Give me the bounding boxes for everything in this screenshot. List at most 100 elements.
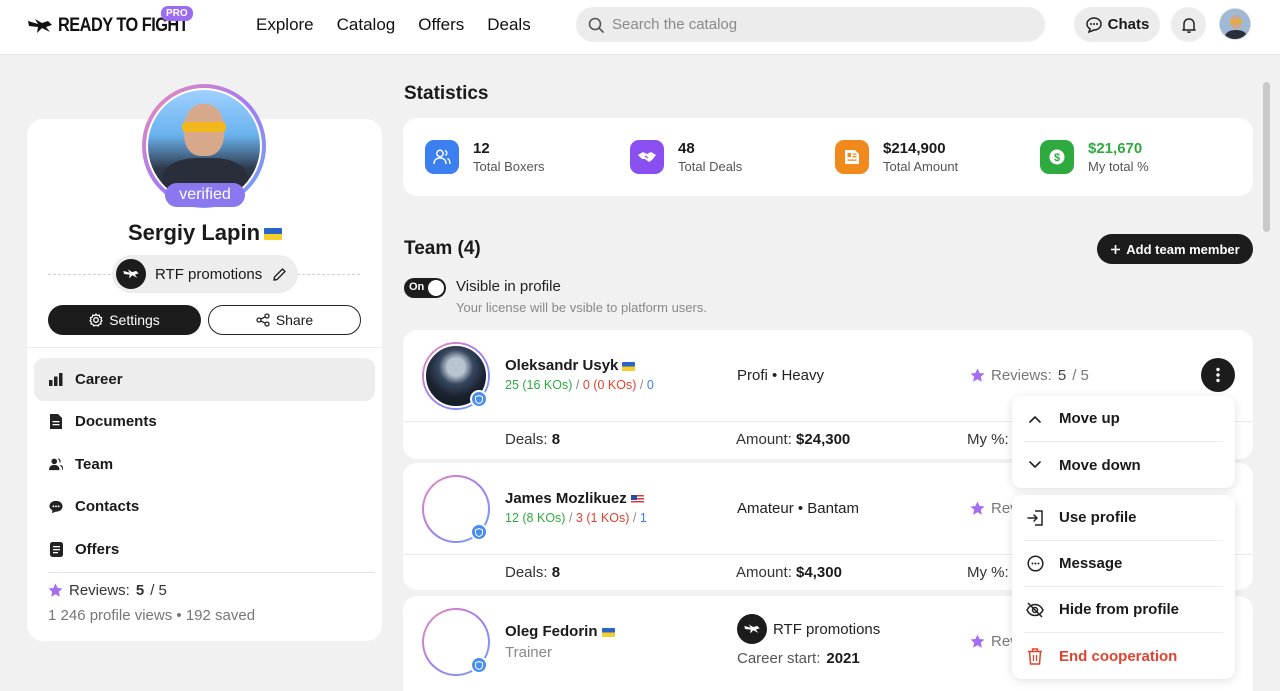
ukraine-flag-icon	[601, 627, 615, 637]
reviews-divider	[48, 572, 375, 573]
search-input[interactable]	[612, 16, 1012, 33]
record-separator: /	[632, 511, 637, 525]
record-draws: 1	[639, 511, 647, 525]
profile-views: 1 246 profile views • 192 saved	[48, 607, 255, 624]
nav-deals[interactable]: Deals	[487, 15, 530, 35]
stat-label: Total Boxers	[473, 159, 545, 174]
menu-item-end-cooperation[interactable]: End cooperation	[1024, 633, 1223, 679]
notifications-button[interactable]	[1171, 7, 1206, 42]
side-item-label: Career	[75, 370, 123, 388]
more-options-button[interactable]	[1201, 358, 1235, 392]
kebab-menu-icon	[1216, 367, 1220, 383]
record-separator: /	[568, 511, 573, 525]
star-icon	[970, 501, 985, 515]
stat-value: 48	[678, 140, 695, 157]
member-name[interactable]: Oleksandr Usyk	[505, 357, 636, 374]
member-name-text: Oleg Fedorin	[505, 623, 598, 640]
bell-icon	[1181, 17, 1196, 33]
record-wins-kos: (16 KOs)	[522, 378, 573, 392]
record-losses: 0	[582, 378, 590, 392]
ukraine-flag-icon	[622, 361, 636, 371]
stat-my-total: $ $21,670 My total %	[1040, 140, 1149, 174]
amount-label: Amount:	[736, 431, 792, 448]
menu-item-hide-from-profile[interactable]: Hide from profile	[1024, 587, 1223, 633]
user-avatar[interactable]	[1219, 8, 1251, 40]
nav-offers[interactable]: Offers	[418, 15, 464, 35]
side-item-documents[interactable]: Documents	[34, 401, 375, 444]
amount-value: $24,300	[796, 431, 851, 448]
team-icon	[49, 457, 63, 471]
record-draws: 0	[646, 378, 654, 392]
offers-icon	[49, 541, 63, 557]
menu-item-move-down[interactable]: Move down	[1024, 442, 1223, 488]
reorder-menu: Move up Move down	[1012, 396, 1235, 488]
side-item-contacts[interactable]: Contacts	[34, 486, 375, 529]
member-org[interactable]: RTF promotions	[737, 614, 880, 644]
record-wins: 25	[505, 378, 519, 392]
chevron-down-icon	[1026, 456, 1044, 474]
member-amount: Amount: $24,300	[736, 431, 850, 448]
toggle-label: On	[409, 281, 425, 293]
org-pill[interactable]: RTF promotions	[112, 255, 298, 293]
menu-item-use-profile[interactable]: Use profile	[1024, 495, 1223, 541]
reviews-value: 5	[135, 582, 145, 599]
dollar-icon: $	[1040, 140, 1074, 174]
menu-item-label: End cooperation	[1059, 647, 1178, 665]
reviews-max: / 5	[1072, 367, 1089, 384]
document-icon	[49, 414, 63, 430]
scrollbar-thumb[interactable]	[1263, 82, 1270, 232]
chat-bubble-icon	[1085, 16, 1102, 33]
settings-button[interactable]: Settings	[48, 305, 201, 335]
invoice-icon	[835, 140, 869, 174]
stat-total-deals: 48 Total Deals	[630, 140, 742, 174]
stat-value: $214,900	[883, 140, 946, 157]
side-item-team[interactable]: Team	[34, 443, 375, 486]
menu-item-label: Message	[1059, 555, 1123, 572]
member-org-name: RTF promotions	[773, 620, 881, 638]
profile-divider	[27, 347, 382, 348]
menu-item-message[interactable]: Message	[1024, 541, 1223, 587]
stat-label: Total Amount	[883, 159, 959, 174]
member-reviews: Reviews: 5 / 5	[970, 367, 1089, 384]
chats-button[interactable]: Chats	[1074, 7, 1160, 42]
add-team-member-button[interactable]: Add team member	[1097, 234, 1253, 264]
stat-value: 12	[473, 140, 490, 157]
record-wins-kos: (8 KOs)	[522, 511, 566, 525]
side-menu: Career Documents Team Contacts Offers	[34, 358, 375, 571]
member-name[interactable]: James Mozlikuez	[505, 490, 644, 507]
ukraine-flag-icon	[264, 228, 283, 241]
wasp-logo-icon	[28, 19, 52, 33]
member-level: Amateur	[737, 500, 794, 517]
side-item-career[interactable]: Career	[34, 358, 375, 401]
chats-label: Chats	[1107, 16, 1150, 33]
side-item-label: Offers	[75, 540, 120, 558]
statistics-title: Statistics	[404, 83, 489, 104]
profile-name: Sergiy Lapin	[0, 220, 410, 246]
share-button[interactable]: Share	[208, 305, 361, 335]
add-member-label: Add team member	[1126, 241, 1240, 257]
member-deals: Deals: 8	[505, 564, 560, 581]
side-item-offers[interactable]: Offers	[34, 528, 375, 571]
star-icon	[970, 634, 985, 648]
settings-label: Settings	[109, 312, 160, 328]
menu-item-label: Use profile	[1059, 509, 1137, 526]
org-name: RTF promotions	[155, 265, 263, 283]
reviews-value: 5	[1057, 367, 1067, 384]
member-name-text: Oleksandr Usyk	[505, 357, 619, 374]
menu-item-move-up[interactable]: Move up	[1024, 396, 1223, 442]
search-bar[interactable]	[576, 7, 1045, 42]
share-icon	[256, 313, 270, 327]
profile-name-text: Sergiy Lapin	[127, 220, 261, 245]
top-header: READY TO FIGHT PRO Explore Catalog Offer…	[0, 0, 1280, 55]
record-wins: 12	[505, 511, 519, 525]
nav-catalog[interactable]: Catalog	[337, 15, 396, 35]
trash-icon	[1026, 647, 1044, 665]
menu-item-label: Move down	[1059, 456, 1141, 474]
member-name[interactable]: Oleg Fedorin	[505, 623, 615, 640]
visible-toggle[interactable]: On	[404, 278, 446, 298]
login-icon	[1026, 509, 1044, 527]
nav-explore[interactable]: Explore	[256, 15, 314, 35]
actions-menu: Use profile Message Hide from profile En…	[1012, 495, 1235, 679]
side-item-label: Team	[75, 455, 114, 473]
pencil-icon[interactable]	[272, 267, 287, 282]
